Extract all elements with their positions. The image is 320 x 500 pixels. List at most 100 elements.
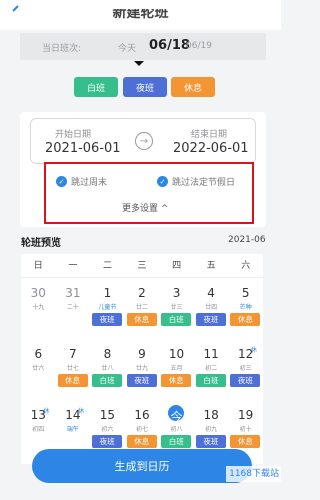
day-number: 2: [138, 286, 146, 300]
day-number: 12: [238, 347, 254, 361]
day-number: 1: [103, 286, 112, 300]
shift-tag: 夜班: [126, 374, 157, 387]
shift-tag: 夜班: [92, 313, 123, 326]
day-number: 8: [103, 347, 112, 361]
lunar-label: 廿四: [205, 304, 218, 311]
calendar-day[interactable]: 9 廿九 夜班: [125, 341, 160, 399]
shift-chip-night[interactable]: 夜班: [123, 77, 167, 97]
skip-holiday-option[interactable]: ✓ 跳过法定节假日: [157, 175, 235, 188]
lunar-label: 初七: [135, 426, 148, 433]
calendar-day[interactable]: 4 廿四夜班: [194, 280, 229, 338]
calendar-day[interactable]: 3 廿三 白班: [159, 280, 194, 338]
weekday: 二: [102, 261, 112, 271]
check-icon: ✓: [56, 176, 67, 187]
lunar-label: 廿二: [135, 304, 148, 311]
start-date-label: 开始日期: [55, 130, 92, 140]
current-shift-label: 当日班次:: [42, 44, 82, 54]
lunar-label: 初十: [239, 426, 252, 433]
day-number: 7: [69, 347, 77, 361]
lunar-label: 二十: [66, 304, 79, 311]
day-number: 5: [241, 286, 250, 300]
end-date-value[interactable]: 2022-06-01: [173, 141, 249, 156]
holiday-badge: 休: [43, 408, 50, 415]
lunar-label: 端午: [66, 426, 79, 433]
shift-tag: 休息: [126, 435, 157, 448]
day-number: 今: [170, 410, 183, 424]
shift-tag: 休息: [57, 374, 88, 387]
shift-tag: 休息: [230, 313, 261, 326]
today-label: 今天: [118, 44, 137, 54]
holiday-badge: 休: [250, 347, 257, 354]
day-number: 11: [203, 347, 219, 361]
shift-tag: 夜班: [195, 313, 226, 326]
lunar-label: 廿八: [101, 365, 114, 372]
day-number: 18: [203, 408, 219, 422]
shift-tag: 休息: [126, 313, 157, 326]
lunar-label: 初八: [170, 426, 183, 433]
day-number: 9: [138, 347, 146, 361]
day-number: 10: [168, 347, 185, 361]
lunar-label: 初三: [239, 365, 252, 372]
more-settings-toggle[interactable]: 更多设置 ^: [122, 201, 168, 214]
shift-tag: 夜班: [195, 435, 226, 448]
lunar-label: 初六: [101, 426, 114, 433]
calendar-day[interactable]: 10 五月休息: [159, 341, 194, 399]
generate-calendar-button[interactable]: 生成到日历: [32, 449, 252, 483]
shift-tag: 白班: [161, 435, 192, 448]
page-title: 新建轮班: [112, 5, 169, 21]
lunar-label: 五月: [170, 365, 183, 372]
weekday: 一: [68, 261, 78, 271]
lunar-label: 初四: [32, 426, 45, 433]
shift-tag: 休息: [161, 374, 192, 387]
calendar-day[interactable]: 5 芒种休息: [228, 280, 263, 338]
skip-weekend-label: 跳过周末: [71, 178, 108, 188]
day-number: 19: [238, 408, 254, 422]
weekday: 三: [137, 261, 147, 271]
selection-pointer-icon: [134, 61, 144, 66]
day-number: 13: [30, 408, 46, 422]
weekday: 日: [33, 261, 43, 271]
holiday-badge: 休: [78, 408, 85, 415]
calendar-day[interactable]: 8 廿八 白班: [90, 341, 125, 399]
shift-chip-white[interactable]: 白班: [74, 77, 118, 97]
lunar-label: 初九: [205, 426, 218, 433]
date-settings-card: 开始日期 2021-06-01 → 结束日期 2022-06-01 ✓ 跳过周末…: [20, 112, 266, 227]
calendar-day[interactable]: 11 初二白班: [194, 341, 229, 399]
end-date-label: 结束日期: [191, 130, 228, 140]
next-date[interactable]: 06/19: [186, 41, 212, 51]
lunar-label: 廿七: [66, 365, 79, 372]
weekday: 四: [172, 261, 182, 271]
check-icon: ✓: [157, 176, 168, 187]
weekday: 六: [241, 261, 251, 271]
lunar-label: 儿童节: [98, 304, 117, 311]
lunar-label: 芒种: [239, 304, 252, 311]
shift-tag: 白班: [195, 374, 226, 387]
calendar-day[interactable]: 31 二十: [56, 280, 91, 338]
shift-tag: 休息: [230, 435, 261, 448]
calendar-day[interactable]: 30 十九: [21, 280, 56, 338]
weekday: 五: [206, 261, 216, 271]
calendar-day[interactable]: 1 儿童节夜班: [90, 280, 125, 338]
day-number: 4: [207, 286, 215, 300]
preview-month: 2021-06: [228, 235, 266, 245]
shift-chip-rest[interactable]: 休息: [171, 77, 215, 97]
weekday-header: 日 一 二 三 四 五 六: [21, 254, 263, 278]
lunar-label: 初二: [205, 365, 218, 372]
day-number: 14: [65, 408, 81, 422]
start-date-value[interactable]: 2021-06-01: [45, 141, 121, 156]
watermark: 1168下载站: [226, 466, 281, 482]
calendar-day[interactable]: 2 廿二休息: [125, 280, 160, 338]
calendar-day[interactable]: 7 廿七休息: [56, 341, 91, 399]
highlight-box: ✓ 跳过周末 ✓ 跳过法定节假日 更多设置 ^: [44, 162, 254, 224]
arrow-right-icon: →: [135, 132, 153, 150]
current-date[interactable]: 06/18: [149, 38, 190, 53]
lunar-label: 廿三: [170, 304, 183, 311]
lunar-label: 廿六: [32, 365, 45, 372]
calendar-day[interactable]: 12 初三 休夜班: [228, 341, 263, 399]
skip-weekend-option[interactable]: ✓ 跳过周末: [56, 175, 107, 188]
day-number: 16: [134, 408, 150, 422]
day-number: 30: [30, 286, 46, 300]
calendar-day[interactable]: 6 廿六: [21, 341, 56, 399]
shift-tag: 夜班: [92, 435, 123, 448]
shift-tag: 夜班: [230, 374, 261, 387]
